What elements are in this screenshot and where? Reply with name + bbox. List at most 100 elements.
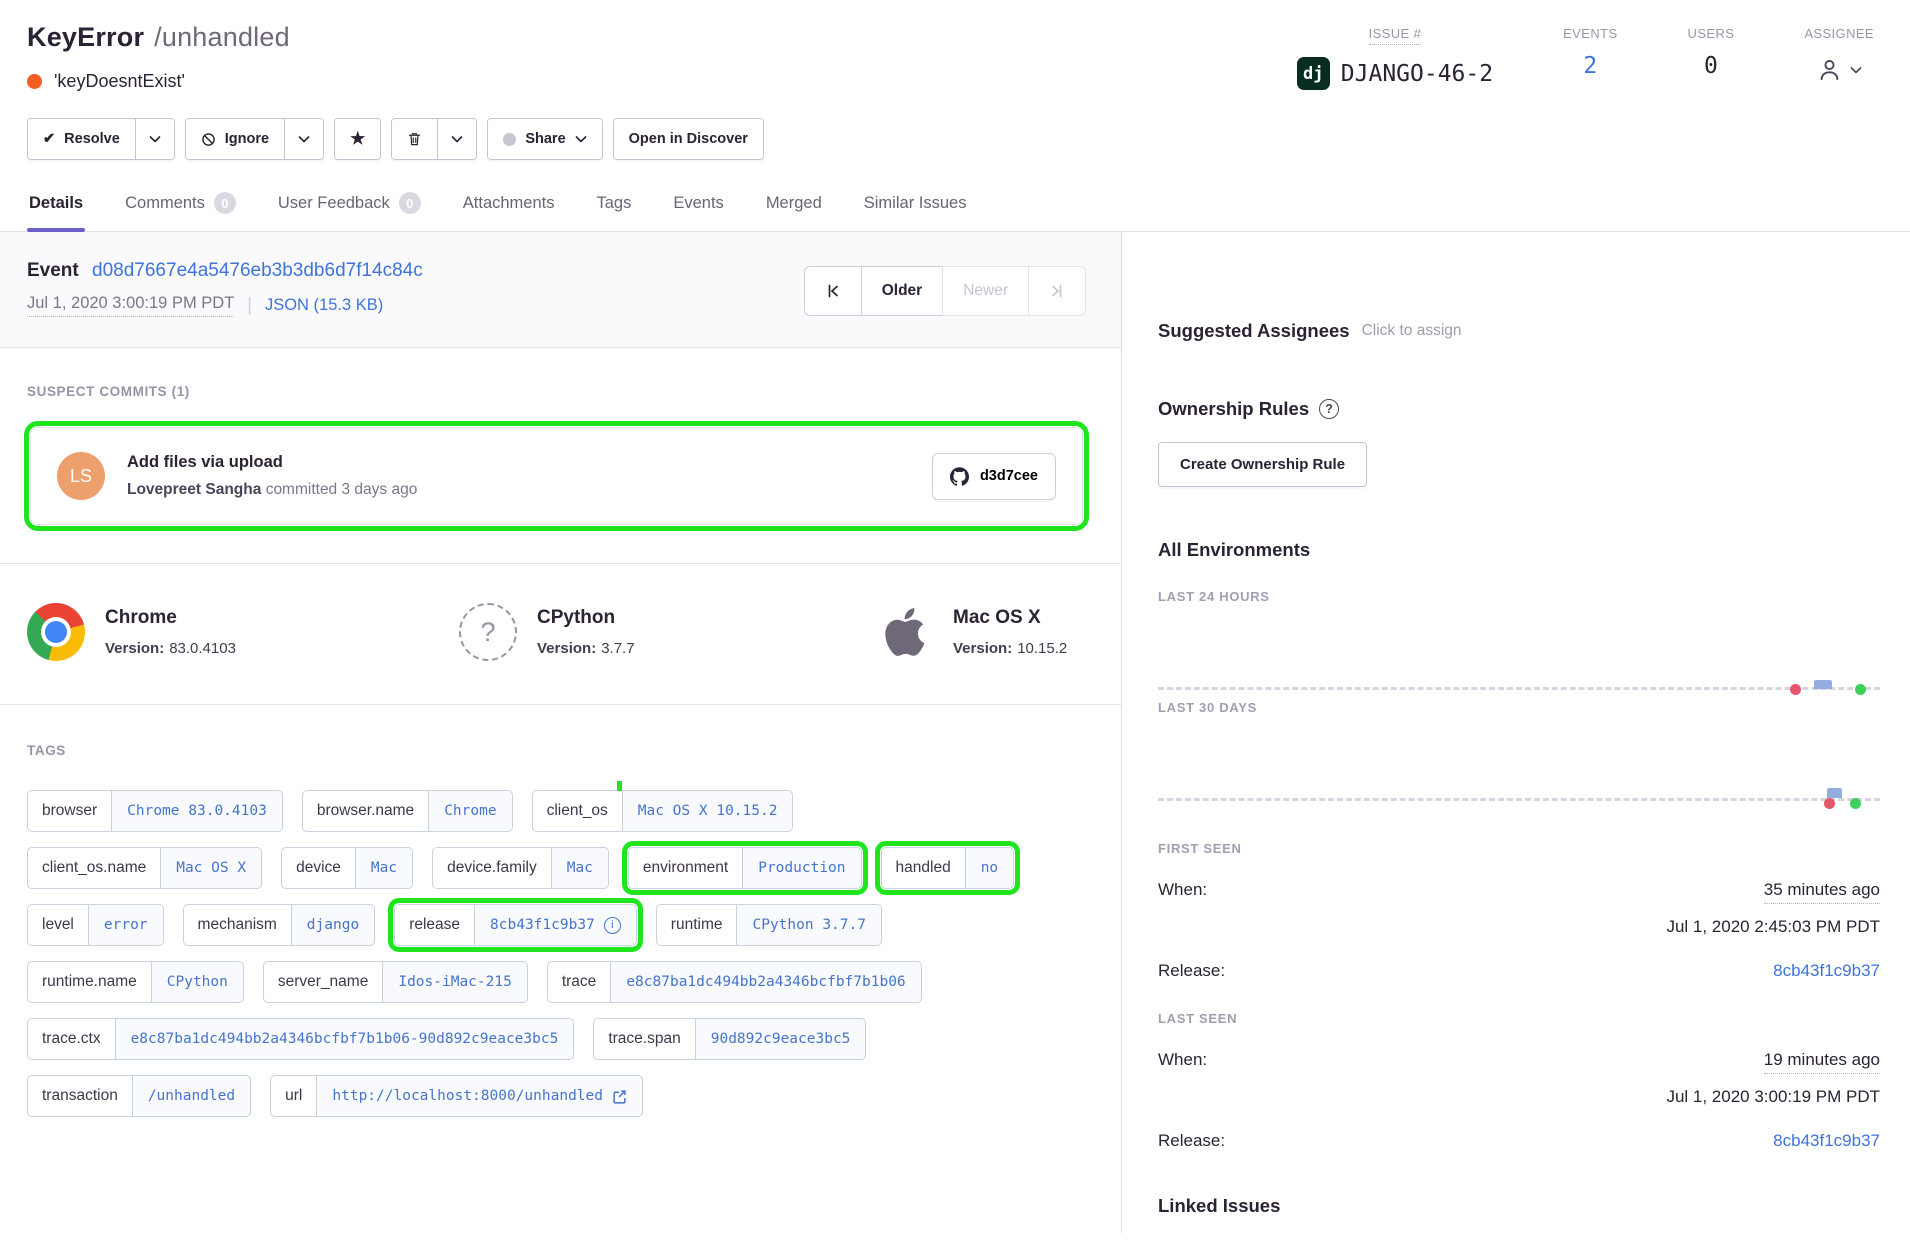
issue-location: /unhandled <box>154 22 290 52</box>
tag-key: mechanism <box>184 905 291 945</box>
tag-value[interactable]: e8c87ba1dc494bb2a4346bcfbf7b1b06 <box>610 962 920 1002</box>
tag-trace.ctx: trace.ctxe8c87ba1dc494bb2a4346bcfbf7b1b0… <box>27 1018 574 1060</box>
tab-label: Tags <box>597 194 632 213</box>
tag-client_os: client_osMac OS X 10.15.2 <box>532 790 794 832</box>
tag-value[interactable]: Mac <box>551 848 608 888</box>
info-icon: i <box>604 917 621 934</box>
last-seen-date: Jul 1, 2020 3:00:19 PM PDT <box>1158 1087 1880 1107</box>
chevron-down-icon <box>298 135 310 143</box>
skip-next-icon <box>1049 283 1065 299</box>
tag-value[interactable]: CPython <box>151 962 243 1002</box>
issue-header: KeyError/unhandled 'keyDoesntExist' ISSU… <box>0 0 1910 160</box>
assignee-selector[interactable] <box>1816 53 1862 83</box>
users-label: USERS <box>1688 26 1735 41</box>
oldest-event-button[interactable] <box>804 266 862 316</box>
delete-button[interactable] <box>392 119 437 159</box>
release-label: Release: <box>1158 1131 1225 1151</box>
tab-tags[interactable]: Tags <box>595 192 634 231</box>
tag-value[interactable]: error <box>88 905 163 945</box>
tag-value[interactable]: 8cb43f1c9b37i <box>474 905 636 945</box>
users-count[interactable]: 0 <box>1704 53 1718 79</box>
delete-dropdown-button[interactable] <box>437 119 476 159</box>
open-in-discover-button[interactable]: Open in Discover <box>614 119 763 159</box>
tag-key: level <box>28 905 88 945</box>
tab-merged[interactable]: Merged <box>764 192 824 231</box>
tag-value[interactable]: CPython 3.7.7 <box>736 905 881 945</box>
tag-value[interactable]: 90d892c9eace3bc5 <box>695 1019 866 1059</box>
tab-details[interactable]: Details <box>27 192 85 231</box>
ignore-dropdown-button[interactable] <box>284 119 323 159</box>
bookmark-star-button[interactable]: ★ <box>335 119 380 159</box>
tag-value[interactable]: Chrome <box>428 791 511 831</box>
chevron-down-icon <box>149 135 161 143</box>
context-name: CPython <box>537 607 635 629</box>
last-seen-release-link[interactable]: 8cb43f1c9b37 <box>1773 1131 1880 1151</box>
tag-key: runtime <box>657 905 737 945</box>
tag-value[interactable]: Mac OS X 10.15.2 <box>622 791 793 831</box>
chevron-down-icon <box>575 135 587 143</box>
create-ownership-rule-button[interactable]: Create Ownership Rule <box>1158 442 1367 487</box>
json-download-link[interactable]: JSON (15.3 KB) <box>265 296 383 315</box>
ignore-button[interactable]: Ignore <box>186 119 284 159</box>
commit-sha: d3d7cee <box>980 468 1038 484</box>
resolve-button[interactable]: ✔ Resolve <box>28 119 135 159</box>
tag-server_name: server_nameIdos-iMac-215 <box>263 961 528 1003</box>
github-icon <box>950 467 969 486</box>
first-seen-release-link[interactable]: 8cb43f1c9b37 <box>1773 961 1880 981</box>
version-value: 83.0.4103 <box>169 640 236 657</box>
tag-value[interactable]: Mac OS X <box>160 848 261 888</box>
tag-key: client_os <box>533 791 622 831</box>
ownership-rules-heading: Ownership Rules ? <box>1158 398 1880 420</box>
version-value: 10.15.2 <box>1017 640 1067 657</box>
tag-value[interactable]: e8c87ba1dc494bb2a4346bcfbf7b1b06-90d892c… <box>115 1019 574 1059</box>
tag-runtime.name: runtime.nameCPython <box>27 961 244 1003</box>
tag-row: browserChrome 83.0.4103 browser.nameChrom… <box>27 790 1086 832</box>
tag-key: device <box>282 848 355 888</box>
tag-key: server_name <box>264 962 382 1002</box>
last-seen-label: LAST SEEN <box>1158 1011 1880 1026</box>
older-event-button[interactable]: Older <box>861 266 943 316</box>
tab-events[interactable]: Events <box>671 192 725 231</box>
help-icon[interactable]: ? <box>1319 399 1339 419</box>
tag-url: urlhttp://localhost:8000/unhandled <box>270 1075 643 1117</box>
resolve-dropdown-button[interactable] <box>135 119 174 159</box>
tab-label: Details <box>29 194 83 213</box>
commit-author: Lovepreet Sangha <box>127 481 261 498</box>
newest-event-button[interactable] <box>1028 266 1086 316</box>
tab-user-feedback[interactable]: User Feedback0 <box>276 192 423 231</box>
share-button[interactable]: Share <box>488 119 601 159</box>
events-count[interactable]: 2 <box>1583 53 1597 79</box>
newer-event-button[interactable]: Newer <box>942 266 1029 316</box>
tag-value[interactable]: http://localhost:8000/unhandled <box>316 1076 642 1116</box>
tag-key: trace.ctx <box>28 1019 115 1059</box>
commit-sha-button[interactable]: d3d7cee <box>932 453 1056 500</box>
suggested-assignees-heading: Suggested Assignees Click to assign <box>1158 320 1880 342</box>
tag-value[interactable]: no <box>965 848 1013 888</box>
tag-row: runtime.nameCPython server_nameIdos-iMac-… <box>27 961 1086 1003</box>
suggested-assignees-title: Suggested Assignees <box>1158 320 1350 342</box>
tag-key: client_os.name <box>28 848 160 888</box>
tab-comments[interactable]: Comments0 <box>123 192 238 231</box>
first-seen-marker-icon <box>1790 684 1801 695</box>
chrome-icon <box>27 603 85 661</box>
tag-value[interactable]: Chrome 83.0.4103 <box>111 791 282 831</box>
tag-row: trace.ctxe8c87ba1dc494bb2a4346bcfbf7b1b0… <box>27 1018 1086 1060</box>
tag-key: trace.span <box>594 1019 694 1059</box>
tag-value[interactable]: Idos-iMac-215 <box>382 962 527 1002</box>
sparkline-baseline <box>1158 687 1880 690</box>
tag-runtime: runtimeCPython 3.7.7 <box>656 904 882 946</box>
tab-attachments[interactable]: Attachments <box>461 192 557 231</box>
tag-value[interactable]: Production <box>742 848 860 888</box>
tag-value[interactable]: Mac <box>355 848 412 888</box>
person-icon <box>1816 56 1843 83</box>
tag-value[interactable]: django <box>291 905 374 945</box>
tag-value[interactable]: /unhandled <box>132 1076 250 1116</box>
chevron-down-icon <box>451 135 463 143</box>
tab-similar-issues[interactable]: Similar Issues <box>862 192 969 231</box>
tags-section: TAGS browserChrome 83.0.4103browser.name… <box>0 705 1121 1147</box>
tag-key: browser <box>28 791 111 831</box>
event-id-link[interactable]: d08d7667e4a5476eb3b3db6d7f14c84c <box>92 260 423 281</box>
tag-browser.name: browser.nameChrome <box>302 790 513 832</box>
issue-number-value[interactable]: DJANGO-46-2 <box>1341 61 1493 87</box>
tag-key: browser.name <box>303 791 428 831</box>
